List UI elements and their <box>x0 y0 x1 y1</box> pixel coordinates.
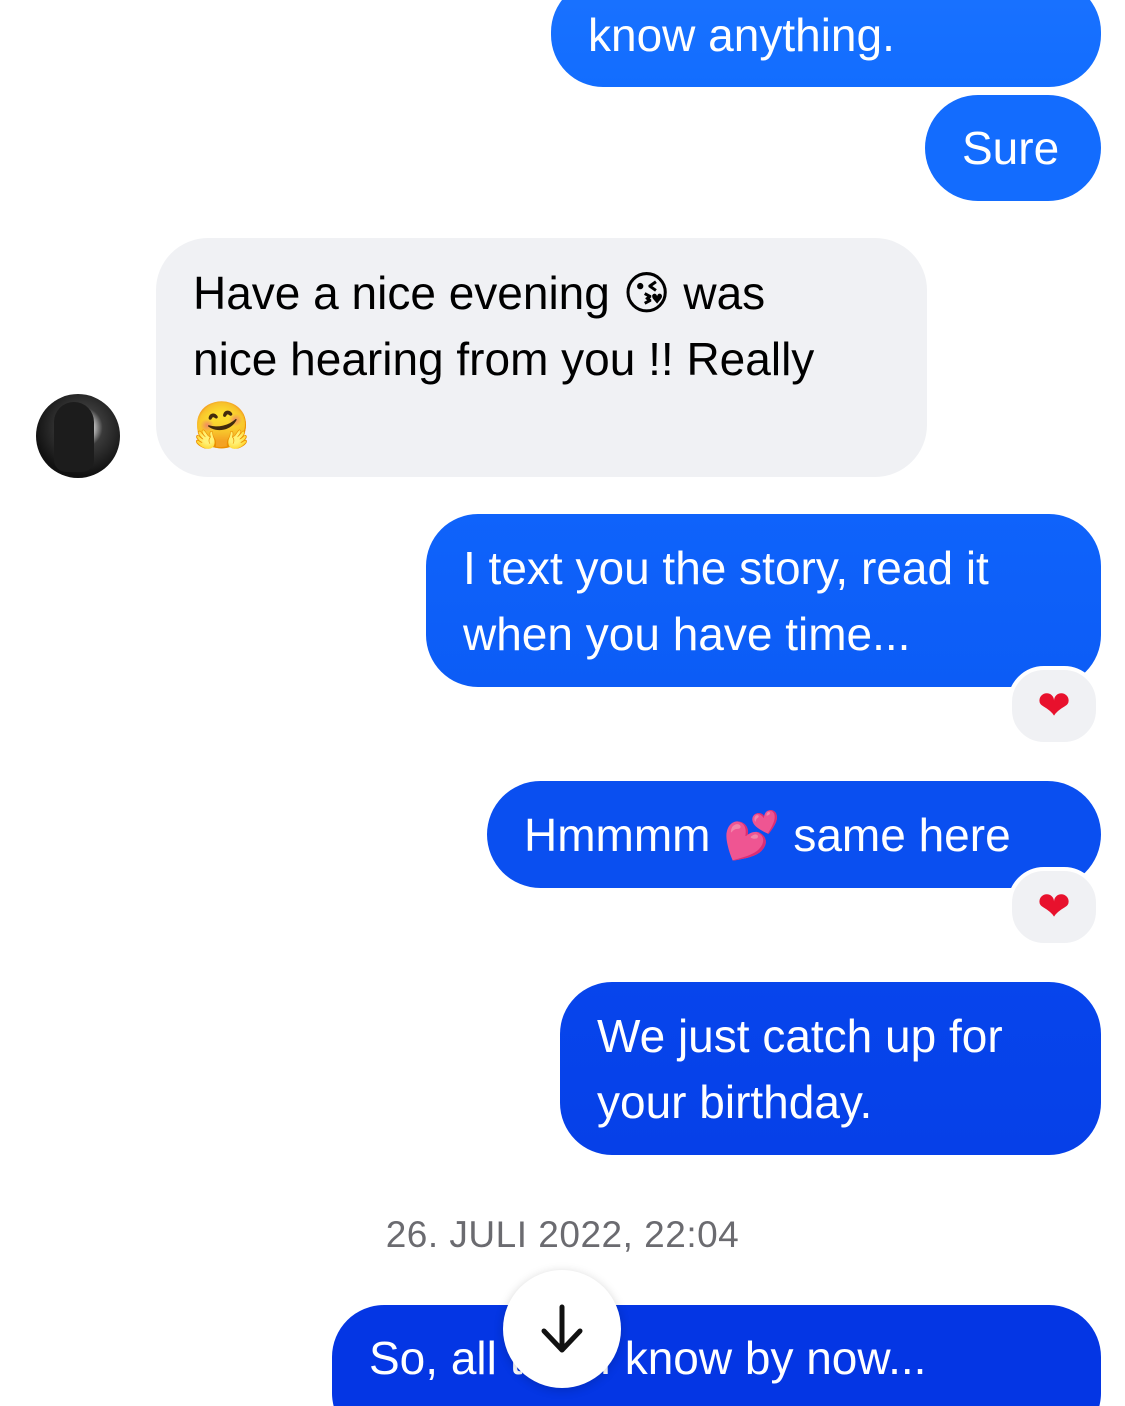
outgoing-message[interactable]: know anything. <box>551 0 1101 87</box>
chat-thread: know anything. Sure Have a nice evening … <box>0 0 1125 1406</box>
outgoing-message[interactable]: So, all that I know by now... <box>332 1305 1101 1406</box>
outgoing-message[interactable]: Hmmmm 💕 same here <box>487 781 1101 888</box>
scroll-to-bottom-button[interactable] <box>503 1270 621 1388</box>
incoming-message[interactable]: Have a nice evening 😘 was nice hearing f… <box>156 238 927 477</box>
contact-avatar[interactable] <box>36 394 120 478</box>
outgoing-message[interactable]: Sure <box>925 95 1101 201</box>
heart-reaction[interactable]: ❤ <box>1008 867 1100 947</box>
outgoing-message[interactable]: I text you the story, read it when you h… <box>426 514 1101 687</box>
arrow-down-icon <box>541 1304 583 1353</box>
message-timestamp: 26. JULI 2022, 22:04 <box>385 1214 740 1255</box>
heart-reaction[interactable]: ❤ <box>1008 666 1100 746</box>
outgoing-message[interactable]: We just catch up for your birthday. <box>560 982 1101 1155</box>
